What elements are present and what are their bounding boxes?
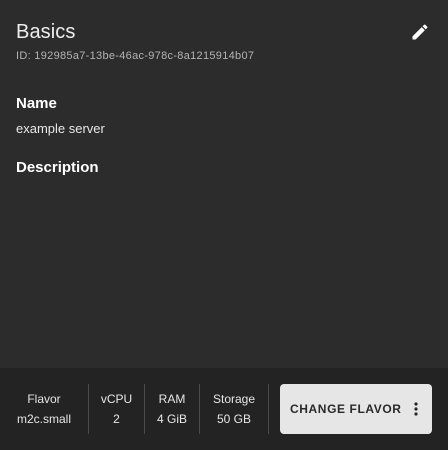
change-flavor-button[interactable]: CHANGE FLAVOR xyxy=(280,384,432,434)
change-flavor-label: CHANGE FLAVOR xyxy=(290,402,402,416)
storage-label: Storage xyxy=(212,392,256,406)
ram-value: 4 GiB xyxy=(156,412,187,426)
vcpu-spec: vCPU 2 xyxy=(89,384,144,434)
flavor-value: m2c.small xyxy=(16,412,71,426)
server-id: ID: 192985a7-13be-46ac-978c-8a1215914b07 xyxy=(16,50,255,62)
name-value: example server xyxy=(16,121,105,136)
basics-card: Basics ID: 192985a7-13be-46ac-978c-8a121… xyxy=(0,0,448,450)
flavor-label: Flavor xyxy=(27,392,61,406)
pencil-icon xyxy=(412,24,428,40)
flavor-spec: Flavor m2c.small xyxy=(0,384,88,434)
divider xyxy=(268,384,269,434)
edit-button[interactable] xyxy=(406,18,434,46)
vcpu-value: 2 xyxy=(113,412,120,426)
description-section: Description xyxy=(16,158,432,185)
ram-spec: RAM 4 GiB xyxy=(145,384,199,434)
card-header: Basics ID: 192985a7-13be-46ac-978c-8a121… xyxy=(16,20,432,63)
name-label: Name xyxy=(16,95,57,112)
storage-value: 50 GB xyxy=(216,412,252,426)
description-label: Description xyxy=(16,159,99,176)
storage-spec: Storage 50 GB xyxy=(200,384,268,434)
ram-label: RAM xyxy=(158,392,186,406)
more-vertical-icon-glyph xyxy=(414,402,418,416)
name-section: Name example server xyxy=(16,94,432,137)
flavor-footer: Flavor m2c.small vCPU 2 RAM 4 GiB Storag… xyxy=(0,368,448,450)
vcpu-label: vCPU xyxy=(100,392,133,406)
card-title: Basics xyxy=(16,21,76,43)
more-vertical-icon[interactable] xyxy=(410,401,422,417)
